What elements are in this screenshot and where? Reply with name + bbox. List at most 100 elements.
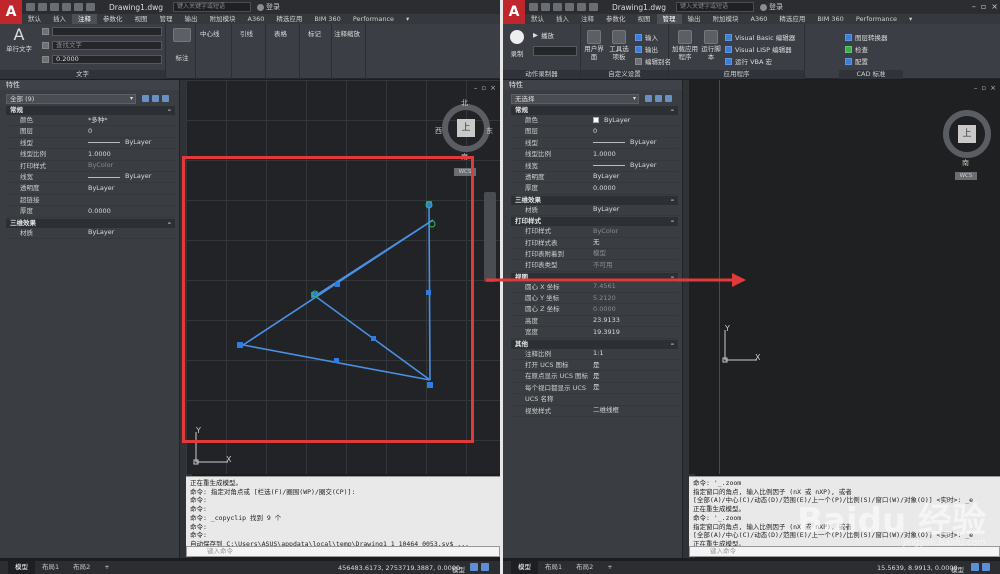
property-value[interactable]: 无	[593, 238, 678, 248]
ribbon-tab[interactable]: 附加模块	[707, 14, 745, 24]
ribbon-tab[interactable]: A360	[242, 14, 271, 24]
property-value[interactable]: 23.9133	[593, 316, 678, 326]
toggle-pickadd-icon[interactable]	[142, 95, 149, 102]
quick-select-icon[interactable]	[665, 95, 672, 102]
close-icon[interactable]: ×	[490, 84, 496, 92]
property-section-header[interactable]: 打印样式 –	[511, 217, 678, 227]
property-value[interactable]: ByLayer	[88, 228, 175, 238]
property-value[interactable]: ByColor	[593, 226, 678, 236]
property-row[interactable]: 每个视口都显示 UCS 是	[511, 383, 678, 395]
property-value[interactable]: 是	[593, 360, 678, 370]
annotation-scaling-button[interactable]: 注释缩放	[334, 28, 360, 38]
search-input[interactable]: 键入关键字或短语	[173, 2, 251, 12]
action-recorder-label[interactable]: 动作录制器	[503, 70, 580, 79]
markup-button[interactable]: 标记	[308, 28, 321, 38]
select-objects-icon[interactable]	[655, 95, 662, 102]
property-row[interactable]: 打印表类型 不可用	[511, 260, 678, 272]
property-value[interactable]: 1.0000	[88, 149, 175, 159]
leader-button[interactable]: 引线	[240, 28, 253, 38]
run-script-button[interactable]: 运行脚本	[701, 30, 721, 61]
maximize-icon[interactable]: ▫	[981, 2, 986, 11]
select-objects-icon[interactable]	[152, 95, 159, 102]
property-value[interactable]: 模型	[593, 249, 678, 259]
ribbon-tab[interactable]: 管理	[656, 14, 682, 24]
navigation-bar[interactable]	[484, 192, 496, 282]
applications-label[interactable]: 应用程序	[669, 70, 804, 79]
property-row[interactable]: 圆心 Y 坐标 5.2120	[511, 293, 678, 305]
record-button[interactable]: 录制	[506, 30, 528, 58]
property-row[interactable]: 打印样式 ByColor	[511, 226, 678, 238]
search-input[interactable]: 键入关键字或短语	[676, 2, 754, 12]
layout-tab[interactable]: 布局2	[569, 561, 600, 574]
close-icon[interactable]: ×	[990, 84, 996, 92]
find-text-input[interactable]: 查找文字	[52, 41, 162, 50]
ribbon-tab[interactable]: 输出	[179, 14, 204, 24]
property-value[interactable]: ByLayer	[88, 138, 175, 148]
viewport-controls[interactable]: – ▫ ×	[474, 84, 496, 92]
property-row[interactable]: 厚度 0.0000	[511, 183, 678, 195]
ribbon-tab[interactable]: 参数化	[97, 14, 129, 24]
add-layout-icon[interactable]: +	[97, 561, 116, 574]
property-row[interactable]: 厚度 0.0000	[6, 206, 175, 218]
property-value[interactable]	[593, 394, 678, 404]
tool-palettes-button[interactable]: 工具选项板	[607, 30, 631, 61]
property-row[interactable]: 超链接	[6, 195, 175, 207]
property-value[interactable]: 0.0000	[88, 206, 175, 216]
property-row[interactable]: 视觉样式 二维线框	[511, 406, 678, 417]
property-row[interactable]: 透明度 ByLayer	[511, 172, 678, 184]
import-button[interactable]: 输入	[635, 32, 658, 42]
property-row[interactable]: 线型比例 1.0000	[511, 149, 678, 161]
ribbon-tab[interactable]: 精选应用	[773, 14, 811, 24]
property-value[interactable]: 0.0000	[593, 183, 678, 193]
property-row[interactable]: 材质 ByLayer	[6, 228, 175, 239]
coordinate-readout[interactable]: 15.5639, 8.9913, 0.0000	[877, 564, 958, 572]
export-button[interactable]: 输出	[635, 44, 658, 54]
ribbon-tab[interactable]: 输出	[682, 14, 707, 24]
table-button[interactable]: 表格	[274, 28, 287, 38]
compass-north[interactable]: 北	[461, 98, 468, 108]
close-icon[interactable]: ×	[991, 2, 998, 11]
viewcube-top[interactable]: 上	[457, 119, 475, 137]
ribbon-tab[interactable]: 精选应用	[270, 14, 308, 24]
property-value[interactable]: ByLayer	[593, 172, 678, 182]
property-value[interactable]	[88, 195, 175, 205]
ribbon-tab[interactable]: 视图	[632, 14, 657, 24]
model-space-toggle[interactable]: 模型	[452, 564, 465, 574]
ribbon-tab[interactable]: Performance	[347, 14, 400, 24]
property-value[interactable]: 是	[593, 383, 678, 393]
viewcube-top[interactable]: 上	[958, 125, 976, 143]
property-value[interactable]: ByLayer	[593, 161, 678, 171]
property-value[interactable]: ByLayer	[88, 183, 175, 193]
property-row[interactable]: 在原点显示 UCS 图标是	[511, 371, 678, 383]
wcs-menu[interactable]: WCS	[955, 172, 977, 180]
property-section-header[interactable]: 其他 –	[511, 339, 678, 349]
model-space-toggle[interactable]: 模型	[951, 564, 964, 574]
play-button[interactable]: ▶ 播放	[533, 30, 554, 40]
collapse-icon[interactable]: –	[671, 196, 674, 205]
selection-tools[interactable]	[645, 95, 672, 102]
viewcube[interactable]: 上	[442, 104, 490, 152]
ribbon-tab[interactable]: 管理	[154, 14, 179, 24]
viewcube[interactable]: 上	[943, 110, 991, 158]
grid-icon[interactable]	[470, 563, 478, 571]
minimize-icon[interactable]: –	[974, 84, 978, 92]
collapse-icon[interactable]: –	[671, 340, 674, 349]
ribbon-tab[interactable]: 注释	[72, 14, 97, 24]
status-icons[interactable]	[470, 563, 489, 571]
ribbon-tab[interactable]: 插入	[550, 14, 575, 24]
ribbon-tab[interactable]: 默认	[22, 14, 47, 24]
window-controls[interactable]: – ▫ ×	[972, 2, 998, 11]
layout-tab[interactable]: 布局1	[538, 561, 569, 574]
property-row[interactable]: UCS 名称	[511, 394, 678, 406]
property-value[interactable]: ByLayer	[88, 172, 175, 182]
ribbon-tab[interactable]: 参数化	[600, 14, 632, 24]
check-button[interactable]: 检查	[845, 44, 868, 54]
property-section-header[interactable]: 常规 –	[6, 106, 175, 115]
toggle-pickadd-icon[interactable]	[645, 95, 652, 102]
property-section-header[interactable]: 常规 –	[511, 106, 678, 115]
macro-select[interactable]	[533, 46, 577, 56]
command-input[interactable]: 键入命令	[186, 546, 500, 557]
snap-icon[interactable]	[481, 563, 489, 571]
layout-tab[interactable]: 布局2	[66, 561, 97, 574]
grid-icon[interactable]	[971, 563, 979, 571]
